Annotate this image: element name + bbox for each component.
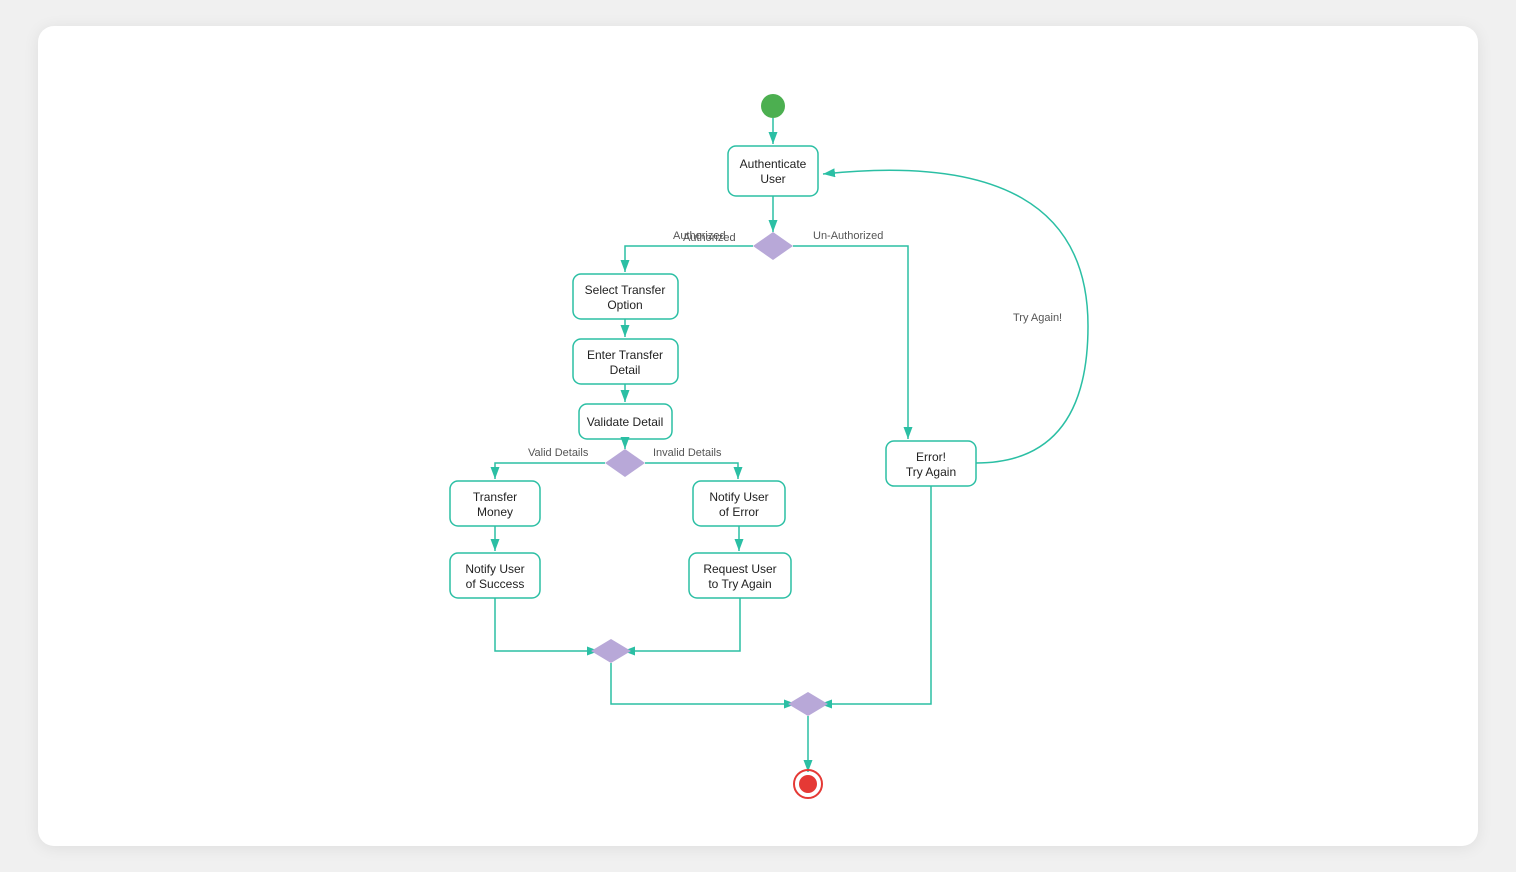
node-validate-text: Validate Detail bbox=[587, 415, 664, 429]
node-authenticate bbox=[728, 146, 818, 196]
edge-error-merge2 bbox=[820, 486, 931, 704]
node-authenticate-text2: User bbox=[760, 172, 785, 186]
node-error-text1: Notify User bbox=[709, 490, 768, 504]
edge-retry-merge1 bbox=[623, 598, 740, 651]
decision-valid bbox=[605, 449, 645, 477]
edge-success-merge1 bbox=[495, 598, 599, 651]
node-success-text2: of Success bbox=[466, 577, 525, 591]
edge-unauthorized bbox=[793, 246, 908, 439]
node-success-text1: Notify User bbox=[465, 562, 524, 576]
node-enter-text1: Enter Transfer bbox=[587, 348, 663, 362]
decision-auth bbox=[753, 232, 793, 260]
end-node-inner bbox=[799, 775, 817, 793]
merge1 bbox=[591, 639, 631, 663]
valid-label: Valid Details bbox=[528, 447, 589, 459]
node-error-text2: of Error bbox=[719, 505, 759, 519]
unauthorized-label: Un-Authorized bbox=[813, 230, 883, 242]
node-select-text2: Option bbox=[607, 298, 642, 312]
node-retry-text1: Request User bbox=[703, 562, 776, 576]
node-retry-text2: to Try Again bbox=[708, 577, 771, 591]
node-error-box-text2: Try Again bbox=[906, 465, 956, 479]
edge-invalid-notify bbox=[645, 463, 738, 479]
node-error-box-text1: Error! bbox=[916, 450, 946, 464]
authorized-label: Authorized bbox=[673, 230, 726, 242]
invalid-label: Invalid Details bbox=[653, 447, 722, 459]
merge2 bbox=[788, 692, 828, 716]
flow-diagram: Authenticate User Authorized Authorized … bbox=[38, 26, 1478, 846]
edge-valid-transfer bbox=[495, 463, 605, 479]
node-transfer-text2: Money bbox=[477, 505, 513, 519]
start-node bbox=[761, 94, 785, 118]
node-enter-text2: Detail bbox=[610, 363, 641, 377]
edge-merge1-merge2 bbox=[611, 663, 796, 704]
diagram-canvas: Authenticate User Authorized Authorized … bbox=[38, 26, 1478, 846]
node-transfer-text1: Transfer bbox=[473, 490, 517, 504]
node-select-text1: Select Transfer bbox=[585, 283, 666, 297]
edge-authorized bbox=[625, 246, 753, 272]
node-authenticate-text: Authenticate bbox=[740, 157, 807, 171]
tryagain-label: Try Again! bbox=[1013, 312, 1062, 324]
